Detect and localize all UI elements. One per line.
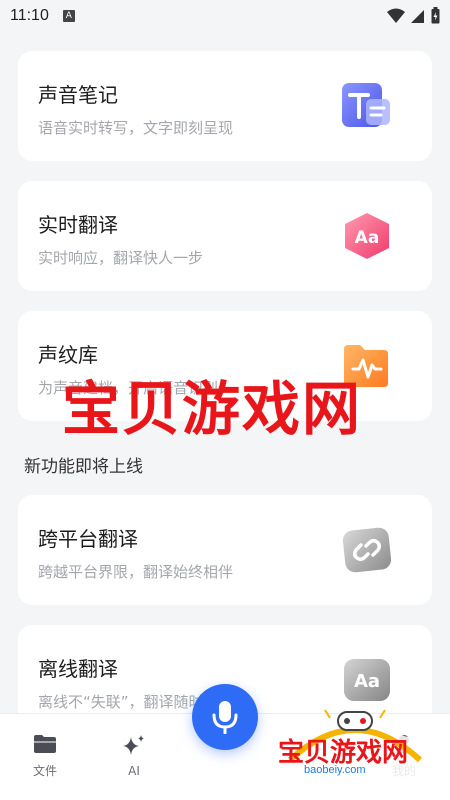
nav-item-files[interactable]: 文件	[15, 734, 75, 779]
nav-label: 文件	[32, 764, 57, 778]
watermark-url: baobeiy.com	[300, 764, 370, 776]
card-title: 离线翻译	[38, 657, 118, 681]
card-voice-notes[interactable]: 声音笔记 语音实时转写，文字即刻呈现	[18, 51, 432, 161]
notification-icon: A	[62, 10, 75, 22]
status-icons	[387, 7, 440, 24]
status-bar: 11:10 A	[0, 0, 450, 32]
status-time: 11:10	[10, 7, 49, 24]
folder-icon	[34, 735, 56, 753]
card-title: 声音笔记	[38, 83, 118, 107]
sparkle-icon	[123, 735, 144, 755]
svg-text:Aa: Aa	[355, 228, 380, 248]
microphone-icon	[212, 701, 238, 734]
card-cross-platform-translate: 跨平台翻译 跨越平台界限，翻译始终相伴	[18, 495, 432, 605]
coming-soon-heading: 新功能即将上线	[24, 457, 143, 477]
nav-item-ai[interactable]: AI	[104, 734, 164, 778]
card-title: 跨平台翻译	[38, 527, 138, 551]
card-subtitle: 跨越平台界限，翻译始终相伴	[38, 563, 234, 581]
signal-icon	[411, 9, 424, 23]
aa-translate-icon: Aa	[345, 213, 389, 259]
card-realtime-translate[interactable]: 实时翻译 实时响应，翻译快人一步 Aa	[18, 181, 432, 291]
link-icon	[342, 527, 392, 573]
card-subtitle: 实时响应，翻译快人一步	[38, 249, 204, 267]
microphone-button[interactable]	[192, 684, 258, 750]
watermark-text: 宝贝游戏网	[62, 375, 363, 443]
card-subtitle: 语音实时转写，文字即刻呈现	[38, 119, 234, 137]
nav-label: AI	[128, 764, 140, 778]
svg-text:Aa: Aa	[354, 671, 380, 692]
text-note-icon	[342, 83, 390, 127]
card-title: 实时翻译	[38, 213, 118, 237]
wifi-icon	[387, 8, 405, 23]
battery-icon	[431, 7, 440, 24]
